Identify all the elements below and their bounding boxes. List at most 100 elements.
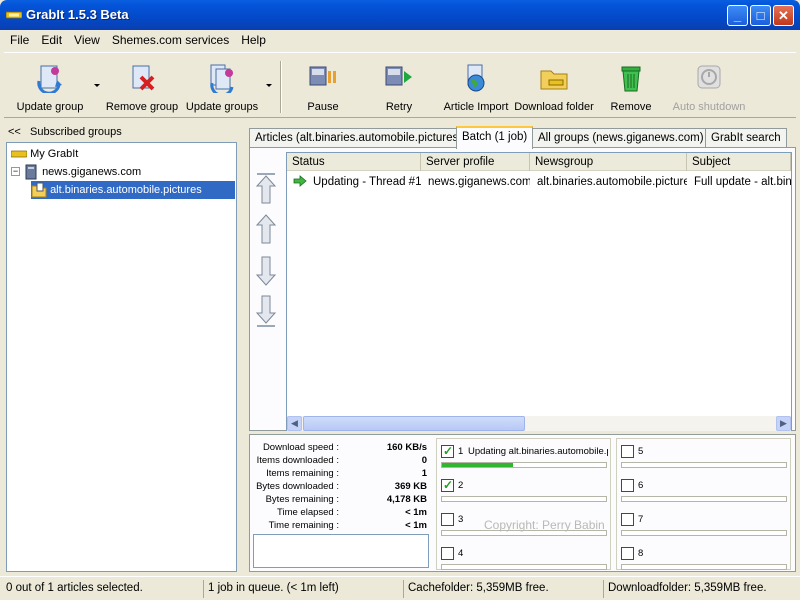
thread-number: 1 — [458, 446, 464, 457]
update-group-icon — [37, 65, 62, 93]
column-status[interactable]: Status — [287, 153, 421, 171]
thread-text: Updating alt.binaries.automobile.picture… — [468, 446, 608, 457]
thread-checkbox[interactable] — [441, 444, 454, 458]
row-subject: Full update - alt.binaries.automobile.pi… — [694, 176, 791, 188]
stat-value: 369 KB — [394, 481, 427, 492]
retry-button[interactable]: Retry — [359, 59, 439, 115]
status-bar: 0 out of 1 articles selected. 1 job in q… — [0, 576, 800, 600]
horizontal-scrollbar[interactable]: ◀ ▶ — [287, 416, 791, 431]
tree-group-label: alt.binaries.automobile.pictures — [50, 184, 202, 196]
scroll-right-icon[interactable]: ▶ — [776, 416, 791, 431]
retry-icon — [385, 66, 412, 86]
menu-view[interactable]: View — [68, 30, 106, 47]
log-box — [253, 534, 429, 568]
stat-value: 160 KB/s — [386, 442, 427, 453]
server-icon — [25, 164, 37, 180]
shutdown-clock-icon — [697, 65, 721, 89]
tab-all-groups[interactable]: All groups (news.giganews.com) — [532, 128, 710, 148]
remove-group-button[interactable]: Remove group — [102, 59, 182, 115]
trash-icon — [621, 66, 641, 92]
update-groups-label: Update groups — [185, 101, 259, 113]
update-group-button[interactable]: Update group — [10, 59, 90, 115]
stat-value: 1 — [421, 468, 427, 479]
subscribed-groups-header: << Subscribed groups — [8, 126, 122, 138]
collapse-server-icon[interactable]: − — [11, 167, 20, 176]
auto-shutdown-button[interactable]: Auto shutdown — [669, 59, 749, 115]
stat-label: Time elapsed : — [277, 507, 339, 518]
column-server-profile[interactable]: Server profile — [421, 153, 530, 171]
thread-slot: 7 — [620, 513, 788, 543]
row-newsgroup: alt.binaries.automobile.pictures — [537, 176, 687, 188]
title-bar: GrabIt 1.5.3 Beta _ □ ✕ — [0, 0, 800, 30]
thread-checkbox[interactable] — [441, 513, 454, 526]
thread-progress-fill — [442, 463, 513, 467]
tree-node-root[interactable]: My GrabIt — [10, 145, 78, 163]
menu-edit[interactable]: Edit — [35, 30, 68, 47]
tab-grabit-search[interactable]: GrabIt search — [705, 128, 787, 148]
close-button[interactable]: ✕ — [773, 5, 794, 26]
stat-label: Items downloaded : — [256, 455, 339, 466]
menu-file[interactable]: File — [4, 30, 35, 47]
update-groups-button[interactable]: Update groups — [182, 59, 262, 115]
thread-checkbox[interactable] — [621, 479, 634, 492]
pause-button[interactable]: Pause — [283, 59, 363, 115]
move-top-icon[interactable] — [254, 172, 278, 206]
grabit-small-icon — [10, 150, 28, 158]
tree-node-group[interactable]: alt.binaries.automobile.pictures — [31, 181, 235, 199]
column-newsgroup[interactable]: Newsgroup — [530, 153, 687, 171]
stat-row: Bytes downloaded : 369 KB — [253, 481, 431, 494]
thread-checkbox[interactable] — [441, 478, 454, 492]
download-folder-button[interactable]: Download folder — [514, 59, 594, 115]
scroll-left-icon[interactable]: ◀ — [287, 416, 302, 431]
thread-group-right: 5 6 7 8 — [616, 438, 791, 570]
tree-node-server[interactable]: news.giganews.com — [23, 163, 141, 181]
article-import-button[interactable]: Article Import — [436, 59, 516, 115]
thread-checkbox[interactable] — [441, 547, 454, 560]
collapse-panel-button[interactable]: << — [8, 126, 21, 138]
scroll-thumb[interactable] — [303, 416, 525, 431]
grabit-logo-icon — [6, 11, 22, 19]
thread-progress-bar — [621, 530, 787, 536]
retry-label: Retry — [385, 101, 413, 113]
thread-number: 3 — [458, 514, 464, 525]
pause-icon — [309, 66, 336, 86]
grid-header: Status Server profile Newsgroup Subject — [287, 153, 791, 171]
thread-checkbox[interactable] — [621, 513, 634, 526]
menu-shemes[interactable]: Shemes.com services — [106, 30, 235, 47]
update-groups-dropdown-icon[interactable] — [266, 84, 272, 87]
thread-checkbox[interactable] — [621, 445, 634, 458]
status-selection: 0 out of 1 articles selected. — [6, 582, 143, 594]
subscribed-groups-label: Subscribed groups — [30, 126, 122, 138]
stat-value: < 1m — [405, 507, 427, 518]
auto-shutdown-label: Auto shutdown — [672, 101, 746, 113]
tab-batch[interactable]: Batch (1 job) — [456, 126, 534, 149]
thread-progress-bar — [621, 496, 787, 502]
batch-grid[interactable]: Status Server profile Newsgroup Subject … — [286, 152, 792, 431]
thread-number: 2 — [458, 480, 464, 491]
stat-label: Bytes remaining : — [265, 494, 339, 505]
move-down-icon[interactable] — [254, 254, 278, 288]
status-cache: Cachefolder: 5,359MB free. — [403, 580, 601, 598]
row-server: news.giganews.com — [428, 176, 530, 188]
group-tree[interactable]: My GrabIt − news.giganews.com alt.binari… — [6, 142, 237, 572]
toolbar: Update group Remove group Update groups … — [4, 52, 796, 118]
maximize-button[interactable]: □ — [750, 5, 771, 26]
thread-number: 6 — [638, 480, 644, 491]
tab-articles[interactable]: Articles (alt.binaries.automobile.pictur… — [249, 128, 469, 148]
toolbar-separator — [280, 61, 282, 113]
column-subject[interactable]: Subject — [687, 153, 791, 171]
move-bottom-icon[interactable] — [254, 294, 278, 328]
stat-row: Download speed : 160 KB/s — [253, 442, 431, 455]
minimize-button[interactable]: _ — [727, 5, 748, 26]
thread-checkbox[interactable] — [621, 547, 634, 560]
green-arrow-icon — [293, 175, 307, 187]
remove-button[interactable]: Remove — [591, 59, 671, 115]
status-download-folder: Downloadfolder: 5,359MB free. — [603, 580, 798, 598]
stat-label: Bytes downloaded : — [256, 481, 339, 492]
menu-help[interactable]: Help — [235, 30, 272, 47]
move-up-icon[interactable] — [254, 212, 278, 246]
remove-group-icon — [132, 65, 155, 91]
row-status: Updating - Thread #1 — [313, 176, 421, 188]
update-group-dropdown-icon[interactable] — [94, 84, 100, 87]
menu-bar: File Edit View Shemes.com services Help — [4, 30, 796, 50]
